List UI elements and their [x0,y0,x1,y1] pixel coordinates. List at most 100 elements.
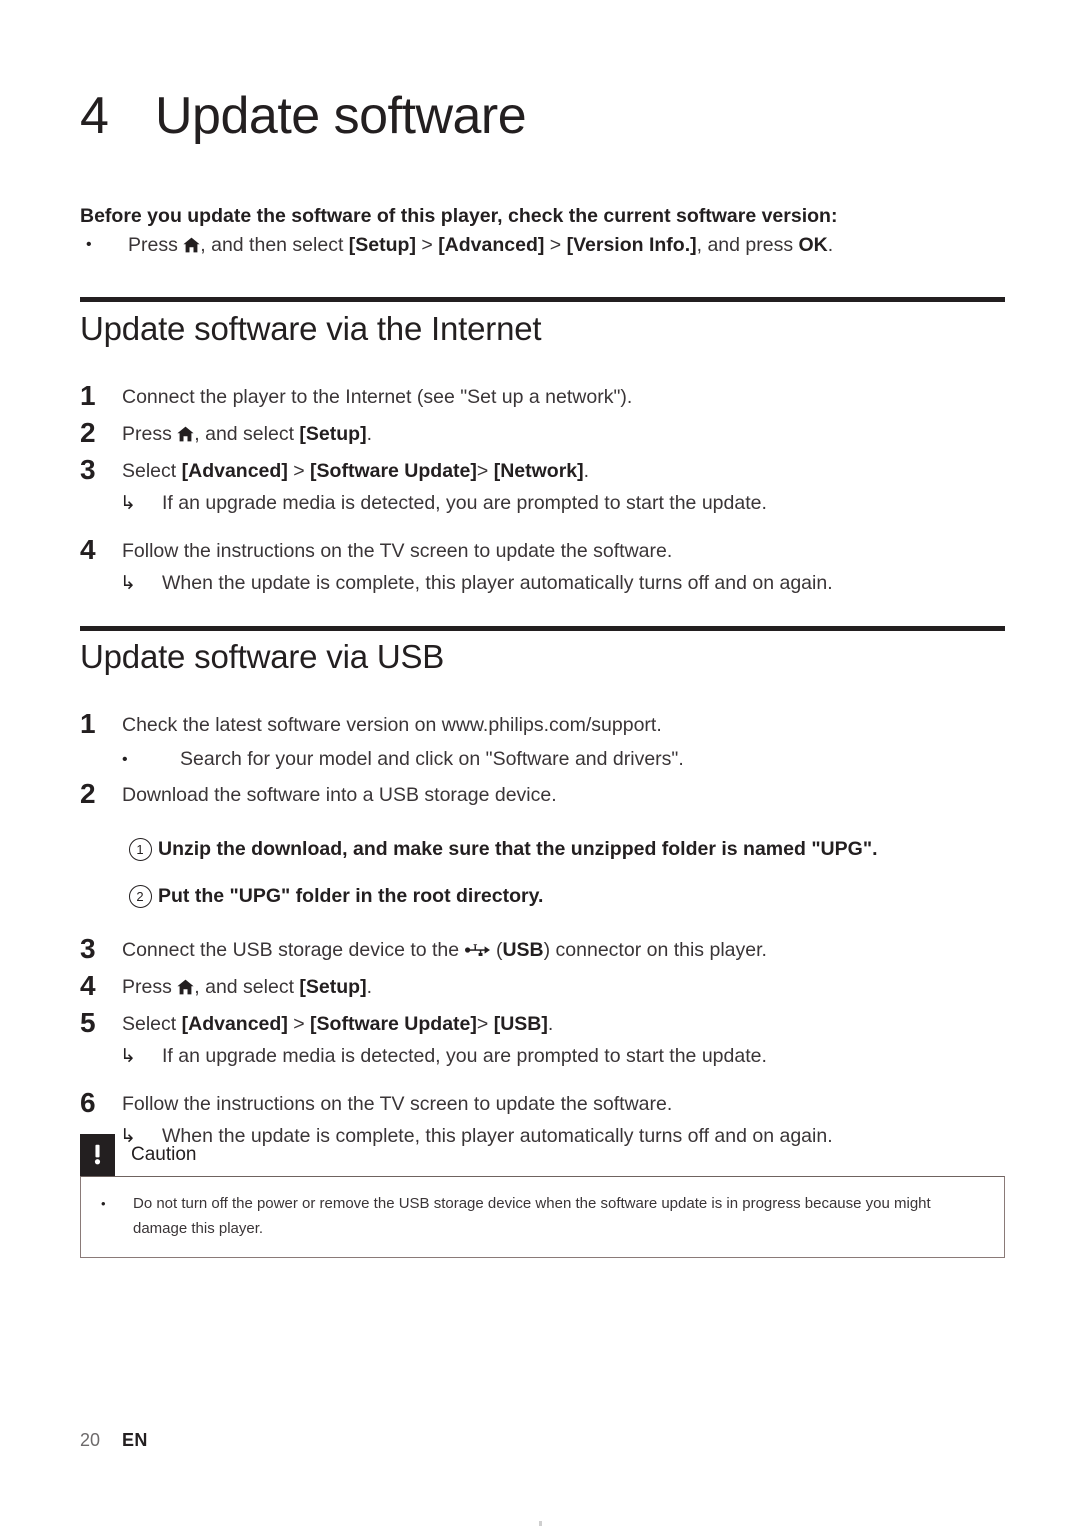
intro-pre-text: Press [128,234,184,256]
usb-icon [464,934,491,956]
step-text: Connect the player to the Internet (see … [122,386,633,408]
step-text: Follow the instructions on the TV screen… [122,1093,673,1115]
step-note: ↳ If an upgrade media is detected, you a… [80,1042,1010,1071]
intro-block: Before you update the software of this p… [80,202,1010,260]
step-pre-text: Connect the USB storage device to the [122,939,465,961]
key-ok: OK [798,234,828,256]
step-number: 5 [80,1007,96,1038]
step-text: Press , and select [Setup]. [122,415,1010,452]
circled-substep-item: 1 Unzip the download, and make sure that… [122,835,1010,863]
caution-label: Caution [131,1144,197,1165]
caution-item: • Do not turn off the power or remove th… [99,1191,986,1241]
label-usb: USB [502,939,544,961]
intro-bullet-item: • Press , and then select [Setup] > [Adv… [80,230,1010,260]
step-text: Follow the instructions on the TV screen… [122,540,673,562]
step-number: 2 [80,417,96,448]
step-post-text: ) connector on this player. [543,939,767,961]
menu-setup: [Setup] [299,976,367,998]
step-item: 5 Select [Advanced] > [Software Update]>… [80,1005,1010,1042]
section-heading-usb: Update software via USB [80,638,445,675]
menu-advanced: [Advanced] [181,460,288,482]
step-pre-text: Select [122,1013,182,1035]
step-pre-text: Press [122,423,178,445]
bullet-icon: • [101,1196,106,1211]
step-end-text: . [583,460,590,482]
step-text: Select [Advanced] > [Software Update]> [… [122,1005,1010,1042]
caution-header: Caution [80,1134,1005,1176]
circled-substeps: 1 Unzip the download, and make sure that… [80,835,1010,910]
step-sep1: > [287,460,311,482]
intro-sep2: > [544,234,567,256]
section-rule-usb [80,626,1005,631]
step-note-text: When the update is complete, this player… [162,572,833,594]
intro-lead-text: Before you update the software of this p… [80,205,838,227]
steps-internet: 1 Connect the player to the Internet (se… [80,378,1010,598]
step-item: 1 Check the latest software version on w… [80,706,1010,743]
menu-advanced: [Advanced] [181,1013,288,1035]
menu-software-update: [Software Update] [310,1013,477,1035]
menu-setup: [Setup] [348,234,416,256]
step-note-text: If an upgrade media is detected, you are… [162,1045,767,1067]
arrow-icon: ↳ [120,493,136,514]
step-end-text: . [547,1013,554,1035]
step-number: 3 [80,454,96,485]
step-number: 2 [80,778,96,809]
chapter-heading: 4 Update software [80,86,527,146]
step-pre-text: Select [122,460,182,482]
circled-number-icon: 2 [122,884,158,908]
step-mid-text: ( [490,939,503,961]
menu-version-info: [Version Info.] [566,234,697,256]
caution-block: Caution • Do not turn off the power or r… [80,1134,1005,1258]
step-text: Press , and select [Setup]. [122,968,1010,1005]
step-item: 2 Press , and select [Setup]. [80,415,1010,452]
step-sub-bullet-text: Search for your model and click on "Soft… [180,748,684,770]
step-item: 4 Press , and select [Setup]. [80,968,1010,1005]
exclamation-icon [80,1134,115,1176]
intro-bullet-text: Press , and then select [Setup] > [Advan… [128,230,1010,260]
step-number: 4 [80,970,96,1001]
step-text: Check the latest software version on www… [122,714,662,736]
step-end-text: . [366,423,372,445]
bullet-icon: • [86,236,92,253]
page-language: EN [122,1430,148,1450]
step-text: Connect the USB storage device to the (U… [122,931,1010,968]
step-item: 1 Connect the player to the Internet (se… [80,378,1010,415]
chapter-title: Update software [155,87,527,145]
step-number: 3 [80,933,96,964]
home-icon [177,419,194,442]
document-page: 4 Update software Before you update the … [0,0,1080,1531]
step-item: 2 Download the software into a USB stora… [80,776,1010,813]
page-number: 20 [80,1430,101,1450]
step-number: 4 [80,534,96,565]
menu-setup: [Setup] [299,423,367,445]
step-item: 4 Follow the instructions on the TV scre… [80,532,1010,569]
intro-mid-text: , and then select [200,234,349,256]
caution-box: • Do not turn off the power or remove th… [80,1176,1005,1258]
steps-usb: 1 Check the latest software version on w… [80,706,1010,1151]
home-icon [183,232,200,253]
arrow-icon: ↳ [120,573,136,594]
step-text: Download the software into a USB storage… [122,784,557,806]
home-icon [177,972,194,995]
step-note: ↳ If an upgrade media is detected, you a… [80,489,1010,518]
circled-substep-text: Unzip the download, and make sure that t… [158,838,878,860]
circled-substep-item: 2 Put the "UPG" folder in the root direc… [122,882,1010,910]
step-note-text: If an upgrade media is detected, you are… [162,492,767,514]
step-item: 6 Follow the instructions on the TV scre… [80,1085,1010,1122]
step-sep1: > [287,1013,311,1035]
section-heading-internet: Update software via the Internet [80,310,542,347]
step-mid-text: , and select [194,423,300,445]
step-number: 6 [80,1087,96,1118]
menu-software-update: [Software Update] [310,460,477,482]
menu-network: [Network] [493,460,584,482]
step-sep2: > [476,460,494,482]
step-end-text: . [366,976,372,998]
step-number: 1 [80,380,96,411]
page-footer: 20 EN [80,1430,148,1451]
intro-post-text: , and press [696,234,799,256]
caution-text: Do not turn off the power or remove the … [133,1195,931,1237]
step-number: 1 [80,708,96,739]
step-item: 3 Connect the USB storage device to the … [80,931,1010,968]
intro-end-text: . [827,234,834,256]
bullet-icon: • [122,751,128,768]
